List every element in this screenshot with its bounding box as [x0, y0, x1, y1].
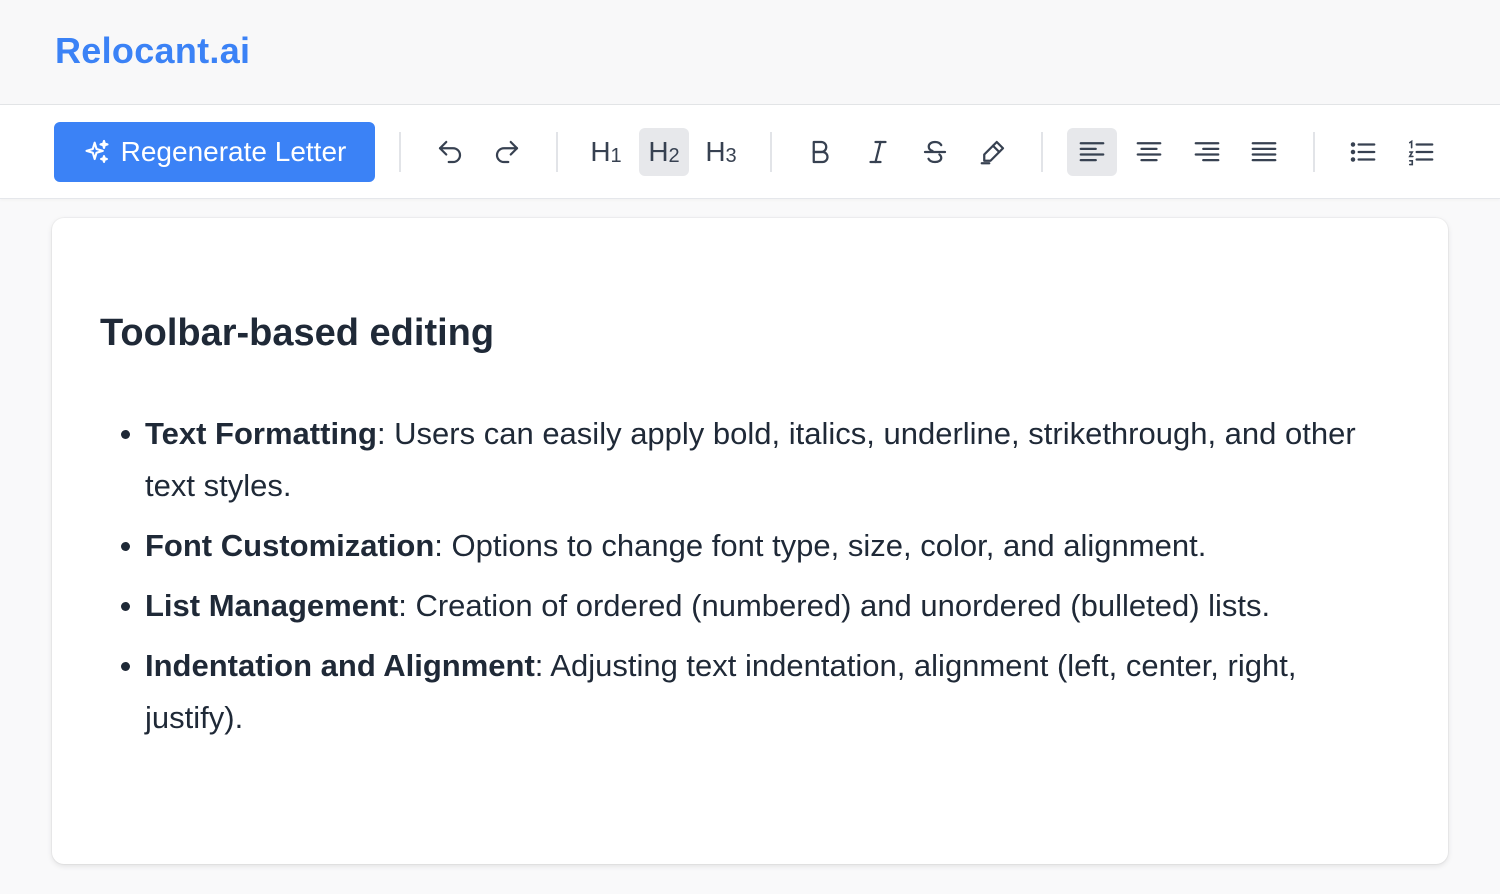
- regenerate-letter-button[interactable]: Regenerate Letter: [54, 122, 375, 182]
- toolbar-divider: [556, 132, 558, 172]
- bullet-list-button[interactable]: [1338, 128, 1388, 176]
- list-item-text: : Creation of ordered (numbered) and uno…: [398, 588, 1271, 623]
- align-center-button[interactable]: [1124, 128, 1174, 176]
- list-item-text: : Options to change font type, size, col…: [434, 528, 1207, 563]
- list-item: Font Customization: Options to change fo…: [121, 520, 1395, 572]
- bold-button[interactable]: [795, 128, 845, 176]
- heading-1-label: H1: [590, 136, 622, 167]
- document-heading: Toolbar-based editing: [100, 312, 495, 354]
- list-item-label: Font Customization: [145, 528, 435, 563]
- list-item-label: Indentation and Alignment: [145, 648, 535, 683]
- list-item: Indentation and Alignment: Adjusting tex…: [121, 640, 1395, 744]
- sparkles-icon: [85, 139, 109, 163]
- heading-3-label: H3: [705, 136, 737, 167]
- bold-icon: [812, 140, 829, 164]
- align-left-icon: [1079, 142, 1105, 162]
- toolbar-divider: [399, 132, 401, 172]
- toolbar-divider: [1041, 132, 1043, 172]
- list-item: List Management: Creation of ordered (nu…: [121, 580, 1395, 632]
- list-item-label: List Management: [145, 588, 399, 623]
- ordered-list-icon: [1408, 139, 1434, 166]
- toolbar-divider: [770, 132, 772, 172]
- highlight-button[interactable]: [968, 128, 1018, 176]
- strikethrough-button[interactable]: [910, 128, 960, 176]
- align-right-button[interactable]: [1182, 128, 1232, 176]
- align-justify-icon: [1251, 142, 1277, 162]
- strikethrough-icon: [923, 140, 947, 164]
- heading-3-button[interactable]: H3: [696, 128, 746, 176]
- align-right-icon: [1194, 142, 1220, 162]
- editor-toolbar: Regenerate Letter H1 H2 H3: [0, 105, 1500, 199]
- heading-2-button[interactable]: H2: [639, 128, 689, 176]
- list-item-label: Text Formatting: [145, 416, 377, 451]
- editor-document[interactable]: Toolbar-based editing Text Formatting: U…: [52, 218, 1448, 864]
- align-center-icon: [1136, 142, 1162, 162]
- brand-logo[interactable]: Relocant.ai: [55, 30, 250, 72]
- align-left-button[interactable]: [1067, 128, 1117, 176]
- redo-icon: [495, 140, 519, 164]
- heading-2-label: H2: [648, 136, 680, 167]
- bullet-list-icon: [1350, 142, 1376, 162]
- app-header: Relocant.ai: [0, 0, 1500, 105]
- undo-button[interactable]: [425, 128, 475, 176]
- toolbar-divider: [1313, 132, 1315, 172]
- document-bullet-list: Text Formatting: Users can easily apply …: [121, 408, 1395, 752]
- ordered-list-button[interactable]: [1396, 128, 1446, 176]
- italic-icon: [869, 140, 887, 164]
- regenerate-letter-label: Regenerate Letter: [120, 136, 347, 167]
- list-item: Text Formatting: Users can easily apply …: [121, 408, 1395, 512]
- undo-icon: [438, 140, 462, 164]
- redo-button[interactable]: [482, 128, 532, 176]
- highlighter-icon: [980, 140, 1005, 165]
- align-justify-button[interactable]: [1239, 128, 1289, 176]
- heading-1-button[interactable]: H1: [581, 128, 631, 176]
- italic-button[interactable]: [853, 128, 903, 176]
